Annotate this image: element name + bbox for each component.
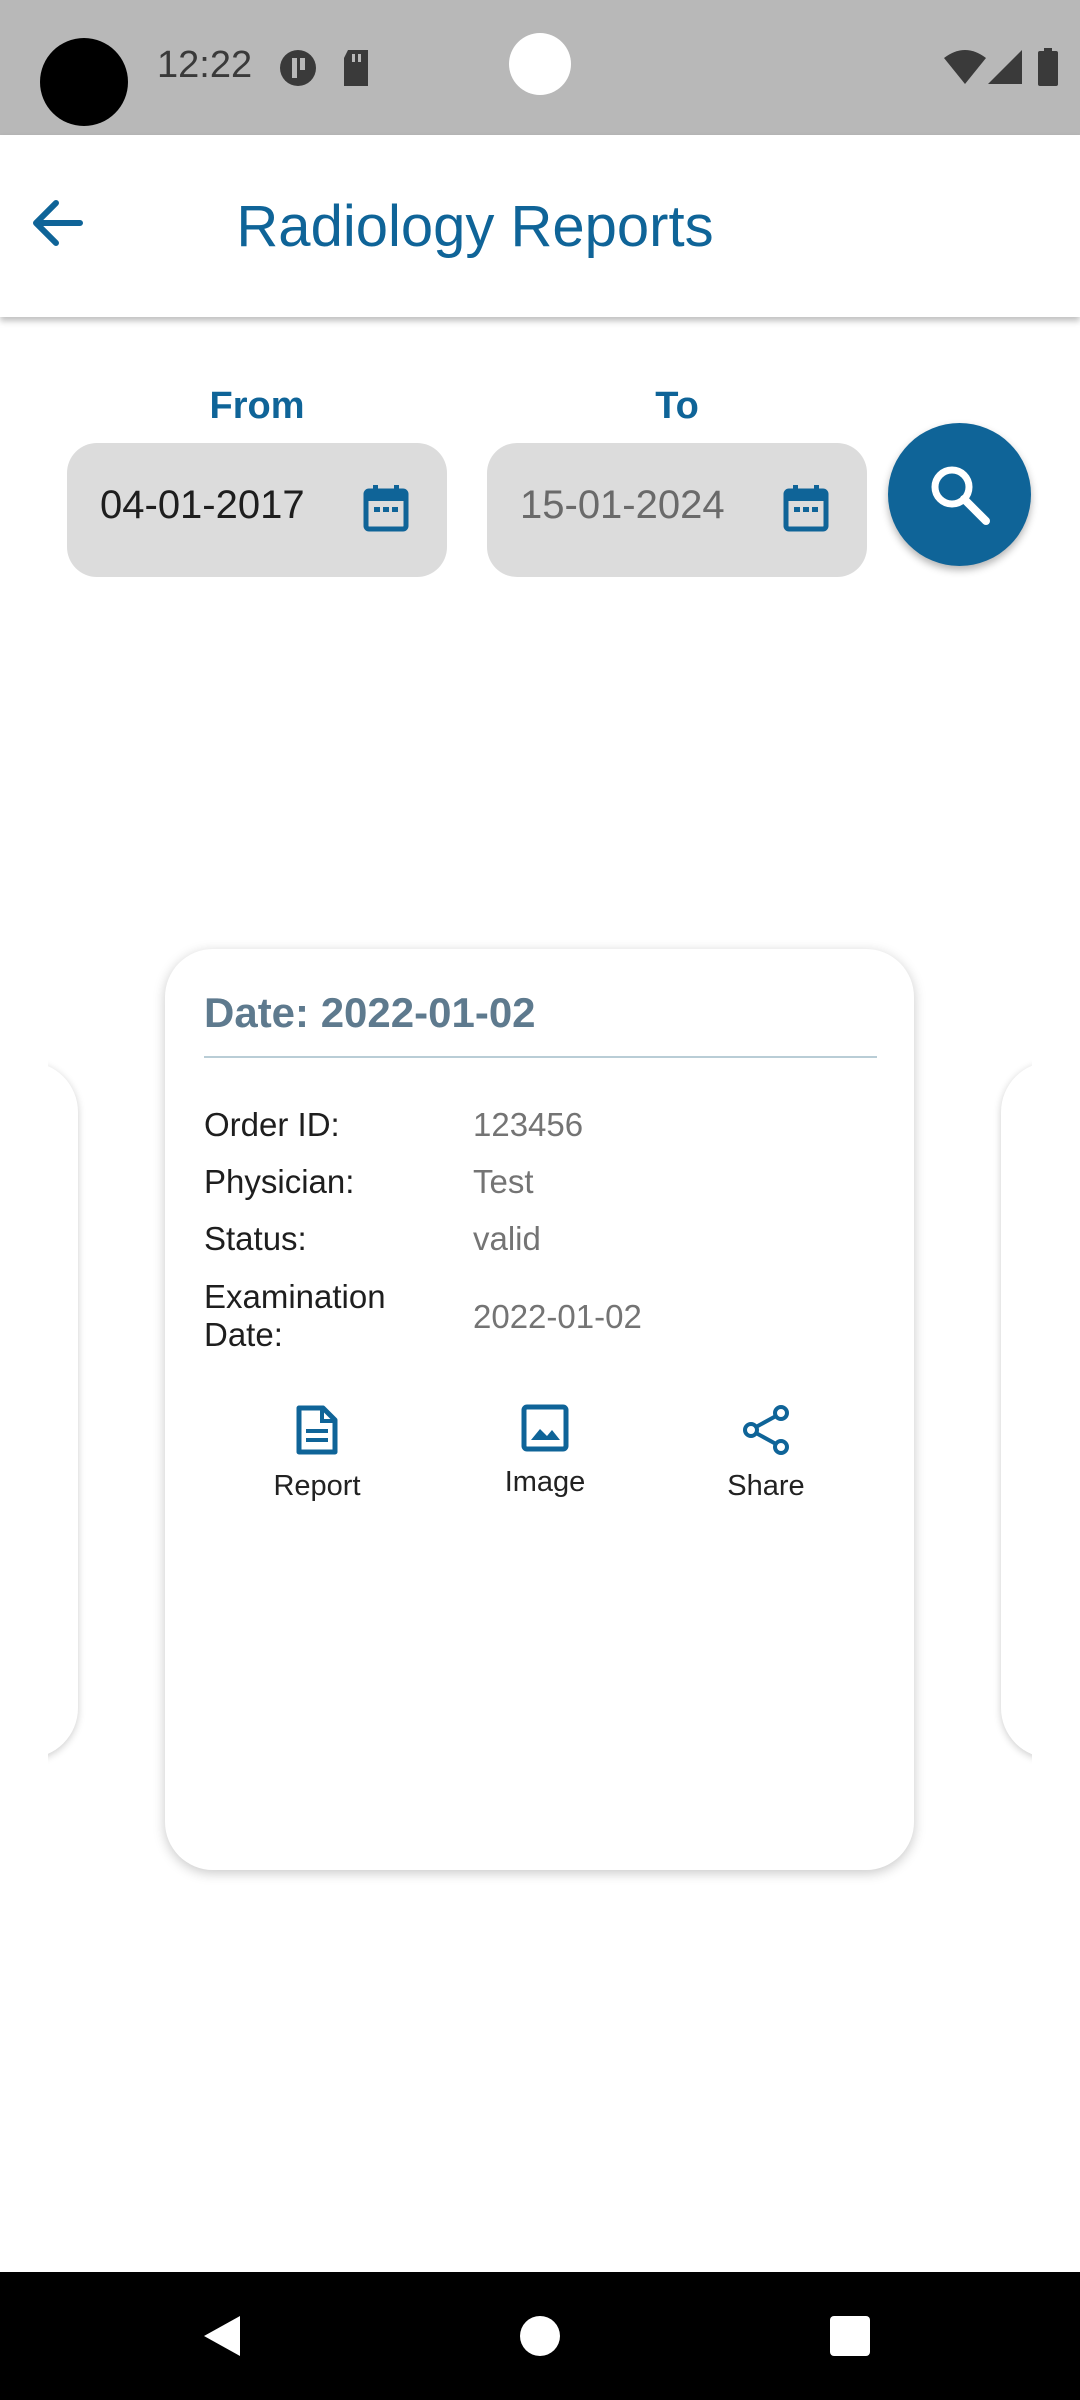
status-bar: 12:22 [0, 0, 1080, 135]
card-divider [204, 1056, 877, 1058]
sd-card-icon [340, 48, 372, 93]
image-icon [521, 1404, 569, 1452]
from-label: From [209, 385, 305, 427]
triangle-back-icon [204, 2316, 240, 2356]
carousel-edge-right [1032, 1040, 1080, 1780]
search-icon [931, 466, 990, 525]
calendar-icon[interactable] [363, 483, 409, 538]
notification-icon [278, 48, 318, 93]
calendar-icon[interactable] [783, 483, 829, 538]
share-icon [743, 1405, 789, 1455]
status-label: Status: [204, 1220, 307, 1257]
examination-date-label: Examination Date: [204, 1278, 386, 1353]
page-title: Radiology Reports [236, 194, 714, 259]
physician-value: Test [473, 1163, 534, 1200]
status-value: valid [473, 1220, 541, 1257]
report-card[interactable]: Date: 2022-01-02 Order ID: 123456 Physic… [165, 949, 914, 1870]
from-date-field[interactable]: 04-01-2017 [67, 443, 447, 577]
to-date-value: 15-01-2024 [520, 483, 725, 527]
front-camera-dot [509, 33, 571, 95]
order-id-label: Order ID: [204, 1106, 340, 1143]
physician-label: Physician: [204, 1163, 355, 1200]
document-icon [296, 1405, 338, 1455]
signal-icon [988, 50, 1022, 89]
report-label: Report [273, 1470, 361, 1502]
to-label: To [655, 385, 699, 427]
nav-home-button[interactable] [520, 2316, 560, 2356]
to-date-field[interactable]: 15-01-2024 [487, 443, 867, 577]
camera-cutout [40, 38, 128, 126]
wifi-icon [944, 50, 986, 89]
system-nav-bar [0, 2272, 1080, 2400]
image-action[interactable]: Image [470, 1404, 620, 1499]
battery-icon [1038, 48, 1058, 91]
app-bar: Radiology Reports [0, 135, 1080, 317]
image-label: Image [504, 1466, 586, 1498]
share-label: Share [727, 1470, 805, 1502]
status-time: 12:22 [157, 44, 253, 86]
nav-recents-button[interactable] [830, 2316, 870, 2356]
from-date-value: 04-01-2017 [100, 483, 305, 527]
search-button[interactable] [888, 423, 1031, 566]
carousel-edge-left [0, 1040, 48, 1780]
card-date: Date: 2022-01-02 [204, 989, 536, 1036]
nav-back-button[interactable] [202, 2314, 242, 2363]
examination-date-value: 2022-01-02 [473, 1298, 642, 1335]
report-action[interactable]: Report [242, 1404, 392, 1503]
order-id-value: 123456 [473, 1106, 584, 1143]
share-action[interactable]: Share [691, 1404, 841, 1503]
